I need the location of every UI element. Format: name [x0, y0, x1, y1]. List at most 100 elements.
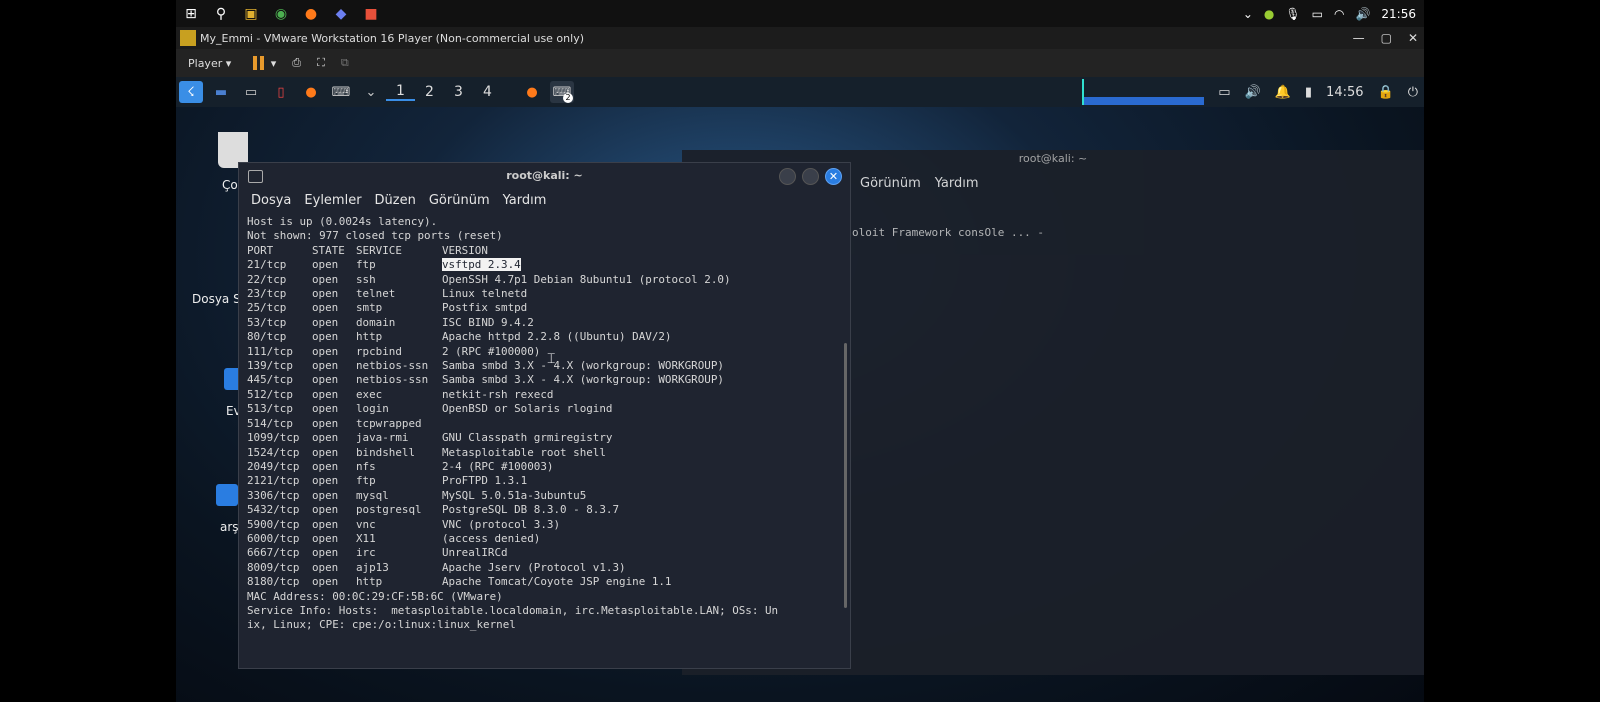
col-port: 6667/tcp — [247, 546, 300, 560]
chrome-icon[interactable]: ◉ — [266, 0, 296, 27]
col-service: domain — [356, 315, 396, 329]
fullscreen-icon[interactable]: ⛶ — [317, 56, 325, 70]
menu-actions[interactable]: Eylemler — [304, 193, 361, 208]
col-state: open — [312, 474, 339, 488]
notification-bell-icon[interactable]: 🔔 — [1275, 85, 1291, 100]
discord-icon[interactable]: ◆ — [326, 0, 356, 27]
bg-menu-view[interactable]: Görünüm — [860, 176, 921, 191]
workspace-4[interactable]: 4 — [473, 84, 502, 100]
volume-kali-icon[interactable]: 🔊 — [1245, 85, 1261, 100]
wifi-icon[interactable]: ◠ — [1334, 7, 1344, 21]
col-version: Postfix smtpd — [442, 301, 528, 315]
kali-top-panel: ☇ ▬ ▭ ▯ ● ⌨ ⌄ 1 2 3 4 ● ⌨ 2 ▭ 🔊 🔔 ▮ 14:56… — [176, 77, 1424, 107]
archive-folder-icon[interactable] — [216, 484, 238, 506]
workspace-3[interactable]: 3 — [444, 84, 473, 100]
windows-start-icon[interactable]: ⊞ — [176, 0, 206, 27]
workspace-1[interactable]: 1 — [386, 83, 415, 101]
terminal-window[interactable]: root@kali: ~ ✕ Dosya Eylemler Düzen Görü… — [238, 162, 851, 669]
battery-kali-icon[interactable]: ▮ — [1305, 85, 1312, 100]
file-manager-icon[interactable]: ▭ — [239, 81, 263, 103]
table-header: PORT STATE SERVICE VERSION — [247, 244, 832, 258]
col-port: 23/tcp — [247, 287, 287, 301]
send-keys-icon[interactable]: ⎙ — [292, 56, 301, 70]
table-row: 2121/tcp open ftp ProFTPD 1.3.1 — [247, 474, 832, 488]
col-service: ajp13 — [356, 560, 389, 574]
terminal-scrollbar[interactable] — [844, 343, 847, 608]
terminal-minimize-button[interactable] — [779, 168, 796, 185]
terminal-task-icon[interactable]: ⌨ 2 — [550, 81, 574, 103]
chevron-up-icon[interactable]: ⌄ — [1243, 7, 1253, 21]
app-icon[interactable]: ■ — [356, 0, 386, 27]
col-service: SERVICE — [356, 243, 402, 257]
col-state: open — [312, 459, 339, 473]
host-clock[interactable]: 21:56 — [1381, 7, 1416, 21]
terminal-menubar: Dosya Eylemler Düzen Görünüm Yardım — [239, 189, 850, 211]
kali-clock[interactable]: 14:56 — [1326, 85, 1363, 100]
col-state: open — [312, 359, 339, 373]
col-version: 2 (RPC #100000) — [442, 344, 541, 358]
show-desktop-icon[interactable]: ▬ — [209, 81, 233, 103]
text-editor-icon[interactable]: ▯ — [269, 81, 293, 103]
kali-menu-icon[interactable]: ☇ — [179, 81, 203, 103]
table-row: 23/tcp open telnet Linux telnetd — [247, 287, 832, 301]
logout-icon[interactable]: ⏻ — [1408, 85, 1418, 100]
chevron-down-icon[interactable]: ⌄ — [359, 81, 383, 103]
col-port: 2049/tcp — [247, 459, 300, 473]
vmware-icon[interactable]: ▣ — [236, 0, 266, 27]
menu-edit[interactable]: Düzen — [375, 193, 416, 208]
menu-help[interactable]: Yardım — [503, 193, 547, 208]
col-service: login — [356, 402, 389, 416]
screen: ⊞ ⚲ ▣ ◉ ● ◆ ■ ⌄ ● 🎙 ▭ ◠ 🔊 21:56 My_Emmi … — [176, 0, 1424, 702]
col-port: 8009/tcp — [247, 560, 300, 574]
battery-icon[interactable]: ▭ — [1312, 7, 1323, 21]
volume-icon[interactable]: 🔊 — [1355, 7, 1370, 21]
col-service: vnc — [356, 517, 376, 531]
col-version: ISC BIND 9.4.2 — [442, 315, 534, 329]
vmware-titlebar: My_Emmi - VMware Workstation 16 Player (… — [176, 27, 1424, 49]
vmware-logo-icon — [180, 30, 196, 46]
minimize-icon[interactable]: — — [1353, 31, 1365, 45]
maximize-icon[interactable]: ▢ — [1381, 31, 1392, 45]
terminal-output[interactable]: Host is up (0.0024s latency). Not shown: … — [247, 215, 832, 633]
col-version: vsftpd 2.3.4 — [442, 258, 521, 272]
firefox-task-icon[interactable]: ● — [520, 81, 544, 103]
bg-menu-help[interactable]: Yardım — [935, 176, 979, 191]
display-icon[interactable]: ▭ — [1218, 85, 1230, 100]
col-port: 21/tcp — [247, 258, 287, 272]
col-service: ftp — [356, 474, 376, 488]
menu-file[interactable]: Dosya — [251, 193, 291, 208]
workspace-2[interactable]: 2 — [415, 84, 444, 100]
table-row: 5432/tcp open postgresql PostgreSQL DB 8.3.… — [247, 503, 832, 517]
col-port: 3306/tcp — [247, 488, 300, 502]
col-port: 53/tcp — [247, 315, 287, 329]
col-port: 1524/tcp — [247, 445, 300, 459]
player-menu-button[interactable]: Player ▾ — [188, 57, 231, 70]
pause-button[interactable]: ▾ — [253, 56, 276, 70]
col-port: 8180/tcp — [247, 575, 300, 589]
close-icon[interactable]: ✕ — [1408, 31, 1418, 45]
player-label: Player — [188, 56, 223, 70]
table-row: 25/tcp open smtp Postfix smtpd — [247, 301, 832, 315]
col-state: open — [312, 503, 339, 517]
terminal-launcher-icon[interactable]: ⌨ — [329, 81, 353, 103]
unity-icon[interactable]: ⧉ — [341, 56, 349, 70]
col-service: smtp — [356, 301, 383, 315]
col-version: (access denied) — [442, 531, 541, 545]
terminal-close-button[interactable]: ✕ — [825, 168, 842, 185]
microphone-icon[interactable]: 🎙 — [1285, 7, 1300, 21]
menu-view[interactable]: Görünüm — [429, 193, 490, 208]
terminal-maximize-button[interactable] — [802, 168, 819, 185]
lock-icon[interactable]: 🔒 — [1378, 85, 1394, 100]
search-icon[interactable]: ⚲ — [206, 0, 236, 27]
tray-app-icon[interactable]: ● — [1264, 7, 1274, 21]
table-row: 21/tcp open ftp vsftpd 2.3.4 — [247, 258, 832, 272]
vmware-window-title: My_Emmi - VMware Workstation 16 Player (… — [200, 31, 584, 45]
windows-taskbar: ⊞ ⚲ ▣ ◉ ● ◆ ■ ⌄ ● 🎙 ▭ ◠ 🔊 21:56 — [176, 0, 1424, 27]
output-line: MAC Address: 00:0C:29:CF:5B:6C (VMware) — [247, 589, 503, 603]
col-version: Samba smbd 3.X - 4.X (workgroup: WORKGRO… — [442, 359, 724, 373]
firefox-kali-icon[interactable]: ● — [299, 81, 323, 103]
firefox-icon[interactable]: ● — [296, 0, 326, 27]
col-port: PORT — [247, 243, 274, 257]
table-row: 513/tcp open login OpenBSD or Solaris rlogi… — [247, 402, 832, 416]
col-service: nfs — [356, 459, 376, 473]
